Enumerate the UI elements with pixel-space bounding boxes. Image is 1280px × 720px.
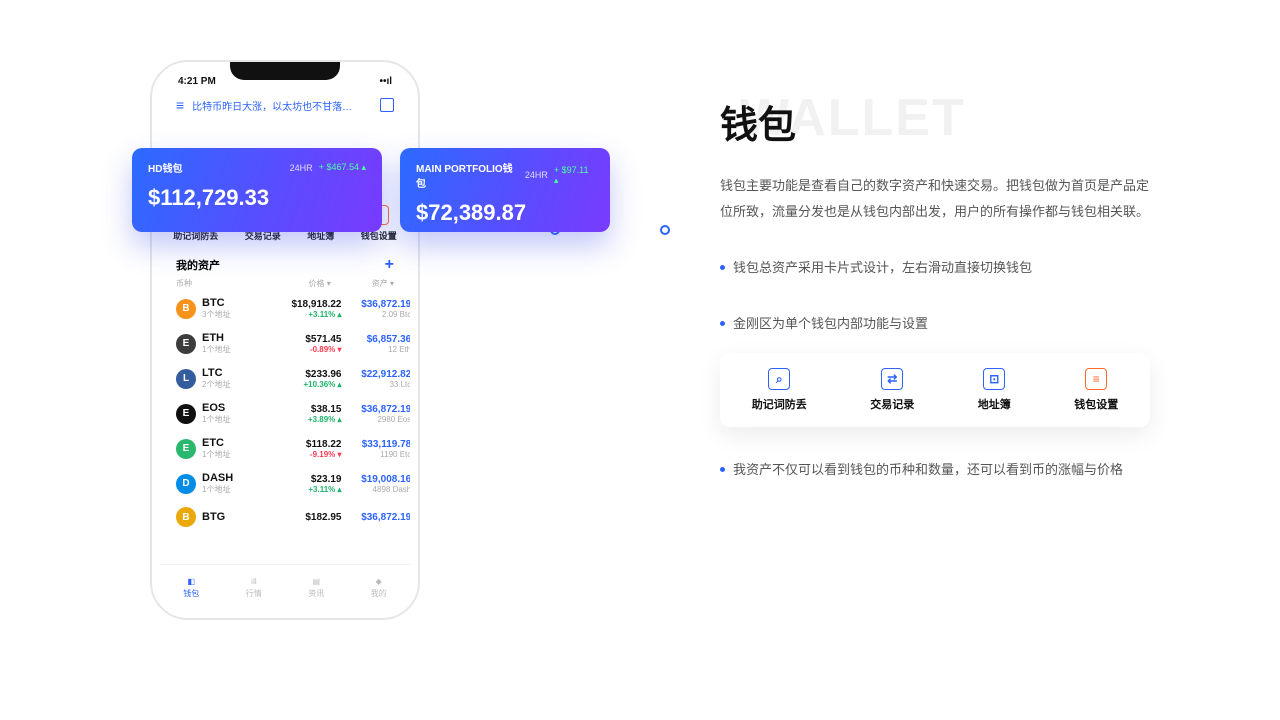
tab-bar: ◧钱包 ıll行情 ▤资讯 ◆我的 [160, 564, 410, 610]
menu-icon[interactable]: ≡ [176, 97, 184, 113]
tab-me[interactable]: ◆我的 [371, 577, 387, 599]
intro-text: 钱包主要功能是查看自己的数字资产和快速交易。把钱包做为首页是产品定位所致，流量分… [720, 173, 1150, 225]
wallet-card-main[interactable]: MAIN PORTFOLIO钱包 24HR + $97.11 ▴ $72,389… [400, 148, 610, 232]
coin-amount: 1190 Etc [342, 450, 411, 459]
coin-change: -0.89% ▾ [276, 345, 341, 354]
col-value[interactable]: 资产 ▾ [331, 278, 394, 289]
coin-icon: E [176, 404, 196, 424]
coin-change: -9.19% ▾ [276, 450, 341, 459]
tab-wallet[interactable]: ◧钱包 [183, 577, 199, 599]
tab-market[interactable]: ıll行情 [246, 577, 262, 599]
wallet-value: $72,389.87 [416, 200, 594, 226]
wallet-delta: + $467.54 ▴ [319, 162, 366, 173]
coin-symbol: BTC [202, 297, 276, 309]
coin-value: $36,872.19 [342, 404, 411, 415]
coin-change: +10.36% ▴ [276, 380, 341, 389]
kk-action-1[interactable]: ⇄ 交易记录 [870, 368, 914, 412]
bullet-kingkong: 金刚区为单个钱包内部功能与设置 [733, 311, 928, 337]
coin-symbol: BTG [202, 511, 276, 523]
asset-row-ETC[interactable]: E ETC1个地址$118.22-9.19% ▾$33,119.781190 Et… [160, 431, 410, 466]
assets-title: 我的资产 [176, 257, 220, 273]
coin-symbol: DASH [202, 472, 276, 484]
coin-addresses: 1个地址 [202, 344, 276, 355]
kk-action-3[interactable]: ≡ 钱包设置 [1074, 368, 1118, 412]
coin-value: $33,119.78 [342, 439, 411, 450]
kk-label: 钱包设置 [1074, 396, 1118, 412]
coin-symbol: ETC [202, 437, 276, 449]
coin-price: $182.95 [276, 512, 341, 523]
kk-icon: ≡ [1085, 368, 1107, 390]
asset-row-LTC[interactable]: L LTC2个地址$233.96+10.36% ▴$22,912.8233 Ltc [160, 361, 410, 396]
coin-value: $22,912.82 [342, 369, 411, 380]
notch-icon [230, 62, 340, 80]
actions-card: ⌕ 助记词防丢 ⇄ 交易记录 ⊡ 地址簿 ≡ 钱包设置 [720, 353, 1150, 427]
coin-value: $19,008.16 [342, 474, 411, 485]
page-title: 钱包 [720, 94, 1150, 149]
coin-addresses: 2个地址 [202, 379, 276, 390]
scan-icon[interactable] [380, 98, 394, 112]
wallet-card-hd[interactable]: HD钱包 24HR + $467.54 ▴ $112,729.33 [132, 148, 382, 232]
status-signal: ••ıl [379, 76, 392, 87]
asset-row-ETH[interactable]: E ETH1个地址$571.45-0.89% ▾$6,857.3612 Eth [160, 326, 410, 361]
wallet-value: $112,729.33 [148, 185, 366, 211]
status-time: 4:21 PM [178, 76, 216, 87]
coin-price: $23.19 [276, 474, 341, 485]
coin-amount: 2.09 Btc [342, 310, 411, 319]
tab-news[interactable]: ▤资讯 [308, 577, 324, 599]
coin-icon: L [176, 369, 196, 389]
asset-row-DASH[interactable]: D DASH1个地址$23.19+3.11% ▴$19,008.164898 Da… [160, 466, 410, 501]
wallet-period: 24HR [525, 170, 548, 180]
coin-amount: 12 Eth [342, 345, 411, 354]
coin-value: $36,872.19 [342, 299, 411, 310]
kk-icon: ⇄ [881, 368, 903, 390]
add-asset-button[interactable]: + [385, 256, 394, 274]
col-coin[interactable]: 币种 [176, 278, 268, 289]
connector-dot-icon [660, 225, 670, 235]
col-price[interactable]: 价格 ▾ [268, 278, 331, 289]
asset-row-EOS[interactable]: E EOS1个地址$38.15+3.89% ▴$36,872.192980 Eos [160, 396, 410, 431]
coin-addresses: 3个地址 [202, 309, 276, 320]
wallet-name: HD钱包 [148, 160, 182, 175]
wallet-name: MAIN PORTFOLIO钱包 [416, 160, 519, 190]
coin-symbol: EOS [202, 402, 276, 414]
coin-addresses: 1个地址 [202, 449, 276, 460]
coin-icon: B [176, 507, 196, 527]
phone-frame: 4:21 PM ••ıl ≡ 比特币昨日大涨，以太坊也不甘落… ⌕助记词防丢⇄交… [150, 60, 420, 620]
coin-amount: 4898 Dash [342, 485, 411, 494]
coin-price: $118.22 [276, 439, 341, 450]
coin-price: $233.96 [276, 369, 341, 380]
coin-icon: B [176, 299, 196, 319]
wallet-period: 24HR [290, 163, 313, 173]
ticker-text[interactable]: 比特币昨日大涨，以太坊也不甘落… [192, 98, 372, 113]
coin-addresses: 1个地址 [202, 414, 276, 425]
coin-symbol: ETH [202, 332, 276, 344]
coin-addresses: 1个地址 [202, 484, 276, 495]
asset-row-BTC[interactable]: B BTC3个地址$18,918.22+3.11% ▴$36,872.192.09… [160, 291, 410, 326]
coin-icon: E [176, 439, 196, 459]
bullet-assets: 我资产不仅可以看到钱包的币种和数量，还可以看到币的涨幅与价格 [733, 457, 1123, 483]
kk-icon: ⊡ [983, 368, 1005, 390]
coin-change: +3.11% ▴ [276, 310, 341, 319]
coin-price: $38.15 [276, 404, 341, 415]
coin-change: +3.11% ▴ [276, 485, 341, 494]
kk-action-2[interactable]: ⊡ 地址簿 [978, 368, 1011, 412]
coin-amount: 2980 Eos [342, 415, 411, 424]
coin-value: $6,857.36 [342, 334, 411, 345]
coin-amount: 33 Ltc [342, 380, 411, 389]
asset-row-BTG[interactable]: B BTG$182.95$36,872.19 [160, 501, 410, 533]
kk-label: 交易记录 [870, 396, 914, 412]
kk-label: 地址簿 [978, 396, 1011, 412]
coin-icon: D [176, 474, 196, 494]
wallet-delta: + $97.11 ▴ [554, 165, 594, 186]
coin-price: $18,918.22 [276, 299, 341, 310]
coin-change: +3.89% ▴ [276, 415, 341, 424]
kk-icon: ⌕ [768, 368, 790, 390]
coin-value: $36,872.19 [342, 512, 411, 523]
coin-symbol: LTC [202, 367, 276, 379]
kk-action-0[interactable]: ⌕ 助记词防丢 [752, 368, 807, 412]
coin-icon: E [176, 334, 196, 354]
bullet-cards: 钱包总资产采用卡片式设计，左右滑动直接切换钱包 [733, 255, 1032, 281]
coin-price: $571.45 [276, 334, 341, 345]
kk-label: 助记词防丢 [752, 396, 807, 412]
